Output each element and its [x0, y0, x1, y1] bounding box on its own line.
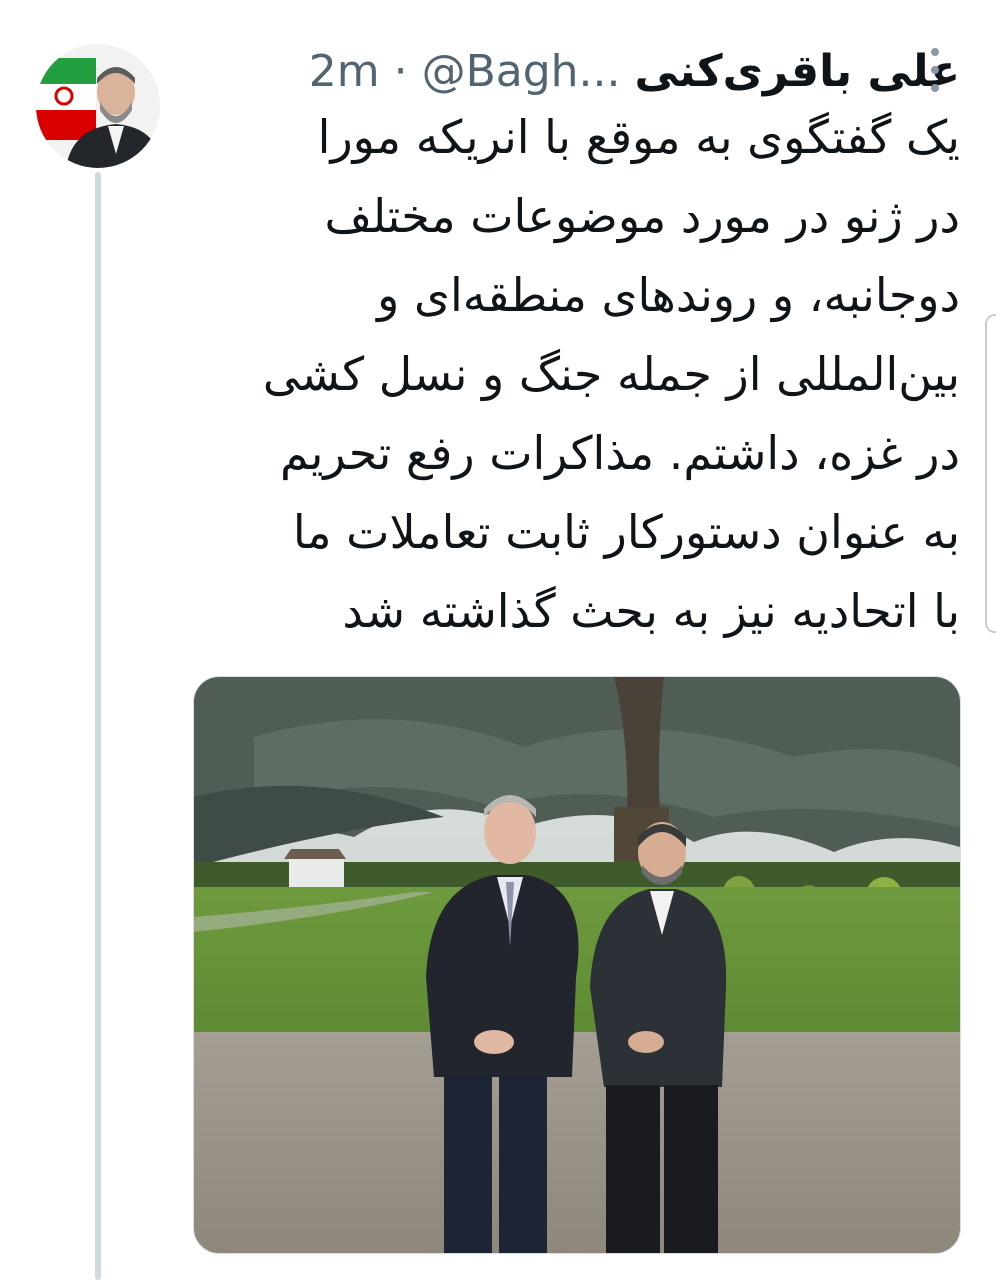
- tweet-media-photo[interactable]: [193, 676, 961, 1254]
- tweet-text: یک گفتگوی به موقع با انریکه مورا در ژنو …: [190, 98, 960, 658]
- tweet-text-line: دوجانبه، و روندهای منطقه‌ای و: [377, 268, 960, 322]
- timestamp[interactable]: 2m: [309, 46, 380, 97]
- tweet-text-line: در غزه، داشتم. مذاکرات رفع تحریم: [279, 426, 960, 480]
- user-handle[interactable]: @Bagh...: [422, 46, 621, 97]
- more-vertical-icon[interactable]: [920, 48, 950, 92]
- display-name[interactable]: علی باقری‌کنی: [635, 46, 960, 97]
- tweet-text-line: به عنوان دستورکار ثابت تعاملات ما: [292, 505, 960, 559]
- avatar-photo: [36, 44, 160, 168]
- tweet-text-line: یک گفتگوی به موقع با انریکه مورا: [317, 110, 960, 164]
- tweet-text-line: بین‌المللی از جمله جنگ و نسل کشی: [262, 347, 960, 401]
- scroll-handle[interactable]: [985, 314, 996, 633]
- photo-two-men-garden: [194, 677, 960, 1253]
- tweet-header: علی باقری‌کنی @Bagh... · 2m: [190, 36, 960, 106]
- separator-dot: ·: [393, 45, 408, 97]
- thread-line: [95, 172, 101, 1280]
- tweet-text-line: در ژنو در مورد موضوعات مختلف: [324, 189, 960, 243]
- tweet-text-line: با اتحادیه نیز به بحث گذاشته شد: [342, 584, 960, 638]
- avatar[interactable]: [36, 44, 160, 168]
